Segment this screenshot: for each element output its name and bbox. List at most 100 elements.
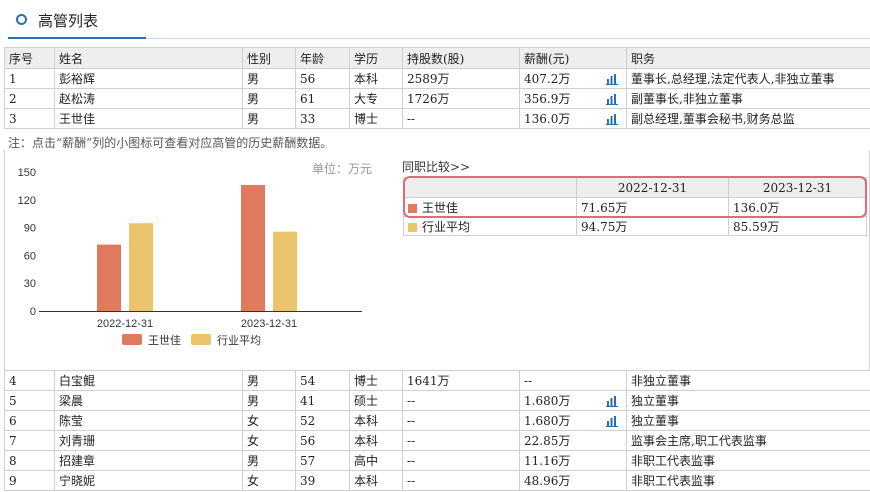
cell-salary-text: 48.96万 [524, 474, 571, 488]
cell-salary-text: 11.16万 [524, 454, 571, 468]
cell-no: 4 [4, 370, 55, 391]
title-underline [8, 37, 146, 39]
cell-shares-text: -- [407, 473, 416, 488]
cell-shares: -- [402, 450, 520, 471]
cell-gender: 男 [242, 68, 296, 89]
cell-shares-text: -- [407, 413, 416, 428]
cell-name-text: 白宝鲲 [59, 374, 96, 388]
table-row: 6 陈莹 女 52 本科 -- 1.680万 独立董事 [4, 410, 870, 431]
cell-salary: 11.16万 [519, 450, 627, 471]
cell-gender-text: 男 [247, 454, 260, 468]
cell-no: 1 [4, 68, 55, 89]
compare-value: 85.59万 [728, 216, 867, 236]
column-header: 姓名 [54, 47, 243, 69]
cell-age: 33 [295, 108, 350, 129]
cell-edu-text: 本科 [354, 414, 379, 428]
cell-name: 招建章 [54, 450, 243, 471]
cell-name-text: 梁晨 [59, 394, 84, 408]
header-divider [146, 38, 870, 39]
column-header: 学历 [349, 47, 403, 69]
table-row: 4 白宝鲲 男 54 博士 1641万 -- 非独立董事 [4, 370, 870, 391]
bar-chart-icon[interactable] [606, 415, 618, 427]
cell-name-text: 赵松涛 [59, 92, 96, 106]
cell-title: 独立董事 [626, 390, 870, 411]
column-header: 性别 [242, 47, 296, 69]
cell-edu: 博士 [349, 108, 403, 129]
cell-gender: 男 [242, 450, 296, 471]
cell-title-text: 非独立董事 [631, 374, 692, 388]
bar-industry [129, 223, 153, 311]
cell-title: 非职工代表监事 [626, 450, 870, 471]
cell-gender-text: 男 [247, 374, 260, 388]
cell-name: 陈莹 [54, 410, 243, 431]
cell-no-text: 2 [9, 91, 17, 106]
cell-age-text: 56 [300, 71, 316, 86]
cell-shares-text: -- [407, 453, 416, 468]
cell-gender-text: 女 [247, 414, 260, 428]
cell-no-text: 8 [9, 453, 17, 468]
compare-label: 行业平均 [422, 219, 471, 234]
cell-name-text: 招建章 [59, 454, 96, 468]
cell-shares-text: 2589万 [407, 72, 450, 86]
cell-edu-text: 大专 [354, 92, 379, 106]
cell-no: 8 [4, 450, 55, 471]
cell-edu-text: 本科 [354, 434, 379, 448]
cell-gender-text: 女 [247, 474, 260, 488]
cell-shares: -- [402, 390, 520, 411]
cell-salary: 22.85万 [519, 430, 627, 451]
x-tick-label: 2023-12-31 [241, 318, 297, 330]
cell-age-text: 41 [300, 393, 316, 408]
section-header: 高管列表 [0, 0, 870, 40]
cell-salary: 1.680万 [519, 390, 627, 411]
bar-chart-icon[interactable] [606, 113, 618, 125]
legend-label: 行业平均 [217, 334, 261, 347]
cell-gender: 男 [242, 370, 296, 391]
cell-shares: 1641万 [402, 370, 520, 391]
cell-title-text: 监事会主席,职工代表监事 [631, 434, 767, 448]
salary-bar-chart: 0 30 60 90 120 150 2022-12-31 2023-12-31 王世佳 行业平均 [18, 167, 362, 347]
cell-name: 赵松涛 [54, 88, 243, 109]
cell-gender: 女 [242, 470, 296, 491]
y-tick-label: 150 [18, 167, 36, 179]
cell-no: 9 [4, 470, 55, 491]
cell-salary: 1.680万 [519, 410, 627, 431]
cell-no: 5 [4, 390, 55, 411]
cell-age: 41 [295, 390, 350, 411]
cell-edu: 博士 [349, 370, 403, 391]
cell-shares-text: -- [407, 433, 416, 448]
column-header: 序号 [4, 47, 55, 69]
legend-swatch [191, 334, 211, 345]
y-tick-label: 30 [24, 278, 36, 290]
cell-gender-text: 男 [247, 92, 260, 106]
cell-age-text: 52 [300, 413, 316, 428]
bar-chart-icon[interactable] [606, 73, 618, 85]
cell-name: 梁晨 [54, 390, 243, 411]
legend-swatch [408, 222, 417, 232]
cell-title: 独立董事 [626, 410, 870, 431]
cell-gender: 男 [242, 88, 296, 109]
cell-edu-text: 博士 [354, 112, 379, 126]
cell-name-text: 宁晓妮 [59, 474, 96, 488]
cell-shares: 2589万 [402, 68, 520, 89]
cell-age-text: 54 [300, 373, 316, 388]
cell-salary-text: 22.85万 [524, 434, 571, 448]
compare-row-industry: 行业平均 94.75万 85.59万 [403, 216, 867, 236]
cell-shares: 1726万 [402, 88, 520, 109]
cell-edu: 本科 [349, 430, 403, 451]
cell-no: 6 [4, 410, 55, 431]
cell-salary: 136.0万 [519, 108, 627, 129]
cell-shares-text: 1726万 [407, 92, 450, 106]
cell-edu-text: 本科 [354, 474, 379, 488]
cell-edu-text: 博士 [354, 374, 379, 388]
cell-age-text: 57 [300, 453, 316, 468]
legend-label: 王世佳 [148, 333, 181, 347]
peer-compare-link[interactable]: 同职比较>> [402, 158, 470, 175]
bar-chart-icon[interactable] [606, 93, 618, 105]
cell-title: 副董事长,非独立董事 [626, 88, 870, 109]
bar-chart-icon[interactable] [606, 395, 618, 407]
cell-no-text: 4 [9, 373, 17, 388]
cell-age: 57 [295, 450, 350, 471]
bar-person [241, 184, 265, 311]
cell-salary-text: 1.680万 [524, 414, 571, 428]
column-header: 年龄 [295, 47, 350, 69]
